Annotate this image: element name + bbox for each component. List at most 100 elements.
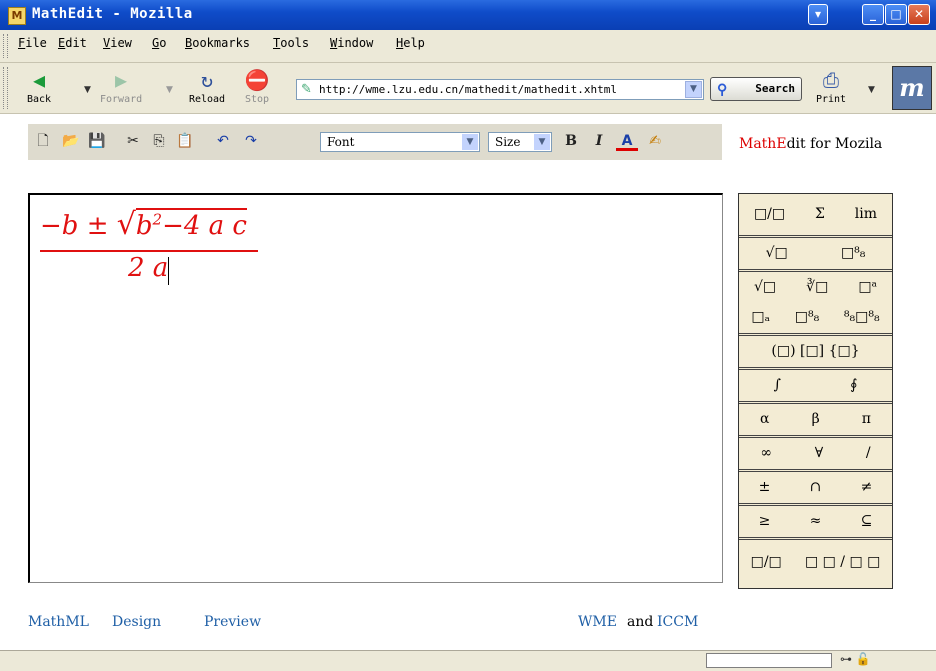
- formula-editor[interactable]: −b ± √b2−4 a c 2 a: [28, 193, 723, 583]
- redo-icon[interactable]: ↷: [240, 130, 262, 152]
- menu-bar: File Edit View Go Bookmarks Tools Window…: [0, 30, 936, 63]
- nth-root-button[interactable]: ∛□: [806, 279, 828, 295]
- open-folder-icon[interactable]: 📂: [60, 130, 82, 152]
- size-select[interactable]: Size ▼: [488, 132, 552, 152]
- slash-button[interactable]: /: [866, 445, 871, 461]
- window-title: MathEdit - Mozilla: [32, 6, 193, 22]
- search-button[interactable]: ⚲ Search: [710, 77, 802, 101]
- back-history-dropdown-icon[interactable]: ▼: [84, 85, 91, 95]
- menu-window[interactable]: Window: [330, 36, 373, 50]
- menu-view[interactable]: View: [103, 36, 132, 50]
- reload-icon: ↻: [200, 68, 214, 92]
- fraction-template-button[interactable]: □/□: [754, 206, 785, 222]
- menu-dropdown-icon[interactable]: ▾: [808, 4, 828, 25]
- design-link[interactable]: Design: [112, 614, 161, 630]
- menu-edit[interactable]: Edit: [58, 36, 87, 50]
- font-select[interactable]: Font ▼: [320, 132, 480, 152]
- italic-button[interactable]: I: [588, 130, 610, 152]
- minimize-button[interactable]: _: [862, 4, 884, 25]
- forward-history-dropdown-icon[interactable]: ▼: [166, 85, 173, 95]
- multiscripts-button[interactable]: ⁸₈□⁸₈: [844, 309, 880, 325]
- matrix-template-button[interactable]: □ □ / □ □: [805, 554, 880, 570]
- scripts-button[interactable]: □⁸₈: [841, 245, 865, 261]
- print-label: Print: [815, 94, 847, 105]
- reload-button[interactable]: ↻ Reload: [186, 68, 228, 105]
- url-bar[interactable]: ✎ http://wme.lzu.edu.cn/mathedit/mathedi…: [296, 79, 704, 100]
- maximize-button[interactable]: □: [885, 4, 907, 25]
- stop-button[interactable]: ⛔ Stop: [236, 68, 278, 105]
- undo-icon[interactable]: ↶: [212, 130, 234, 152]
- wme-link[interactable]: WME: [578, 614, 617, 630]
- contour-integral-button[interactable]: ∮: [850, 377, 857, 393]
- bold-button[interactable]: B: [560, 130, 582, 152]
- sub-superscript-button[interactable]: □⁸₈: [795, 309, 819, 325]
- sqrt-button[interactable]: √□: [766, 245, 788, 261]
- close-button[interactable]: ✕: [908, 4, 930, 25]
- and-text: and: [627, 614, 654, 630]
- save-icon[interactable]: 💾: [86, 130, 108, 152]
- menu-file[interactable]: File: [18, 36, 47, 50]
- cut-icon[interactable]: ✂: [122, 130, 144, 152]
- url-dropdown-icon[interactable]: ▼: [685, 81, 702, 98]
- palette-group-integrals: ∫ ∮: [739, 370, 892, 404]
- toolbar-grip[interactable]: [3, 34, 8, 58]
- reload-label: Reload: [188, 94, 226, 105]
- forall-button[interactable]: ∀: [815, 445, 823, 461]
- stop-label: Stop: [244, 94, 270, 105]
- not-equal-button[interactable]: ≠: [861, 479, 873, 495]
- copy-icon[interactable]: ⎘: [148, 130, 170, 152]
- security-lock-icon[interactable]: 🔓: [856, 652, 871, 666]
- iccm-link[interactable]: ICCM: [657, 614, 698, 630]
- url-text[interactable]: http://wme.lzu.edu.cn/mathedit/mathedit.…: [319, 83, 617, 96]
- approx-button[interactable]: ≈: [810, 513, 822, 529]
- numerator-prefix: −b ±: [40, 211, 117, 241]
- fences-button[interactable]: (□) [□] {□}: [771, 343, 859, 359]
- back-label: Back: [26, 94, 52, 105]
- greater-equal-button[interactable]: ≥: [759, 513, 771, 529]
- font-color-button[interactable]: A: [616, 130, 638, 151]
- mozilla-app-icon: M: [8, 7, 26, 25]
- pi-button[interactable]: π: [862, 411, 871, 427]
- highlight-color-icon[interactable]: ✍: [644, 130, 666, 152]
- search-label: Search: [755, 82, 795, 95]
- size-select-value: Size: [495, 135, 521, 149]
- menu-bookmarks[interactable]: Bookmarks: [185, 36, 250, 50]
- beta-button[interactable]: β: [812, 411, 820, 427]
- integral-button[interactable]: ∫: [774, 377, 781, 393]
- limit-button[interactable]: lim: [855, 206, 877, 222]
- plus-minus-button[interactable]: ±: [759, 479, 771, 495]
- subscript-button[interactable]: □ₐ: [751, 309, 770, 325]
- forward-button[interactable]: ▶ Forward: [100, 68, 142, 105]
- palette-group-roots: √□ □⁸₈: [739, 238, 892, 272]
- title-bar: M MathEdit - Mozilla ▾ _ □ ✕: [0, 0, 936, 30]
- palette-group-fences: (□) [□] {□}: [739, 336, 892, 370]
- preview-link[interactable]: Preview: [204, 614, 261, 630]
- chevron-down-icon: ▼: [534, 134, 550, 150]
- print-dropdown-icon[interactable]: ▼: [868, 85, 875, 95]
- new-document-icon[interactable]: 🗋: [32, 130, 54, 152]
- radicand: b2−4 a c: [135, 208, 247, 241]
- print-button[interactable]: ⎙ Print: [810, 68, 852, 105]
- exponent: 2: [152, 210, 163, 229]
- alpha-button[interactable]: α: [760, 411, 769, 427]
- toolbar-grip[interactable]: [3, 67, 8, 109]
- superscript-button[interactable]: □ᵃ: [858, 279, 877, 295]
- fraction-bar: [40, 250, 258, 252]
- page-icon: ✎: [301, 82, 312, 97]
- sqrt-template-button[interactable]: √□: [754, 279, 776, 295]
- stack-template-button[interactable]: □/□: [751, 554, 782, 570]
- sum-button[interactable]: Σ: [815, 206, 825, 222]
- paste-icon[interactable]: 📋: [174, 130, 196, 152]
- infinity-button[interactable]: ∞: [760, 445, 772, 461]
- menu-tools[interactable]: Tools: [273, 36, 309, 50]
- back-button[interactable]: ◀ Back: [18, 68, 60, 105]
- mathml-link[interactable]: MathML: [28, 614, 89, 630]
- throbber-logo[interactable]: m: [892, 66, 932, 110]
- palette-group-expanded-scripts: √□ ∛□ □ᵃ □ₐ □⁸₈ ⁸₈□⁸₈: [739, 272, 892, 336]
- menu-help[interactable]: Help: [396, 36, 425, 50]
- intersection-button[interactable]: ∩: [810, 479, 822, 495]
- menu-go[interactable]: Go: [152, 36, 166, 50]
- subset-equal-button[interactable]: ⊆: [861, 513, 873, 529]
- online-status-icon[interactable]: ⊶: [840, 652, 852, 666]
- forward-arrow-icon: ▶: [114, 68, 128, 92]
